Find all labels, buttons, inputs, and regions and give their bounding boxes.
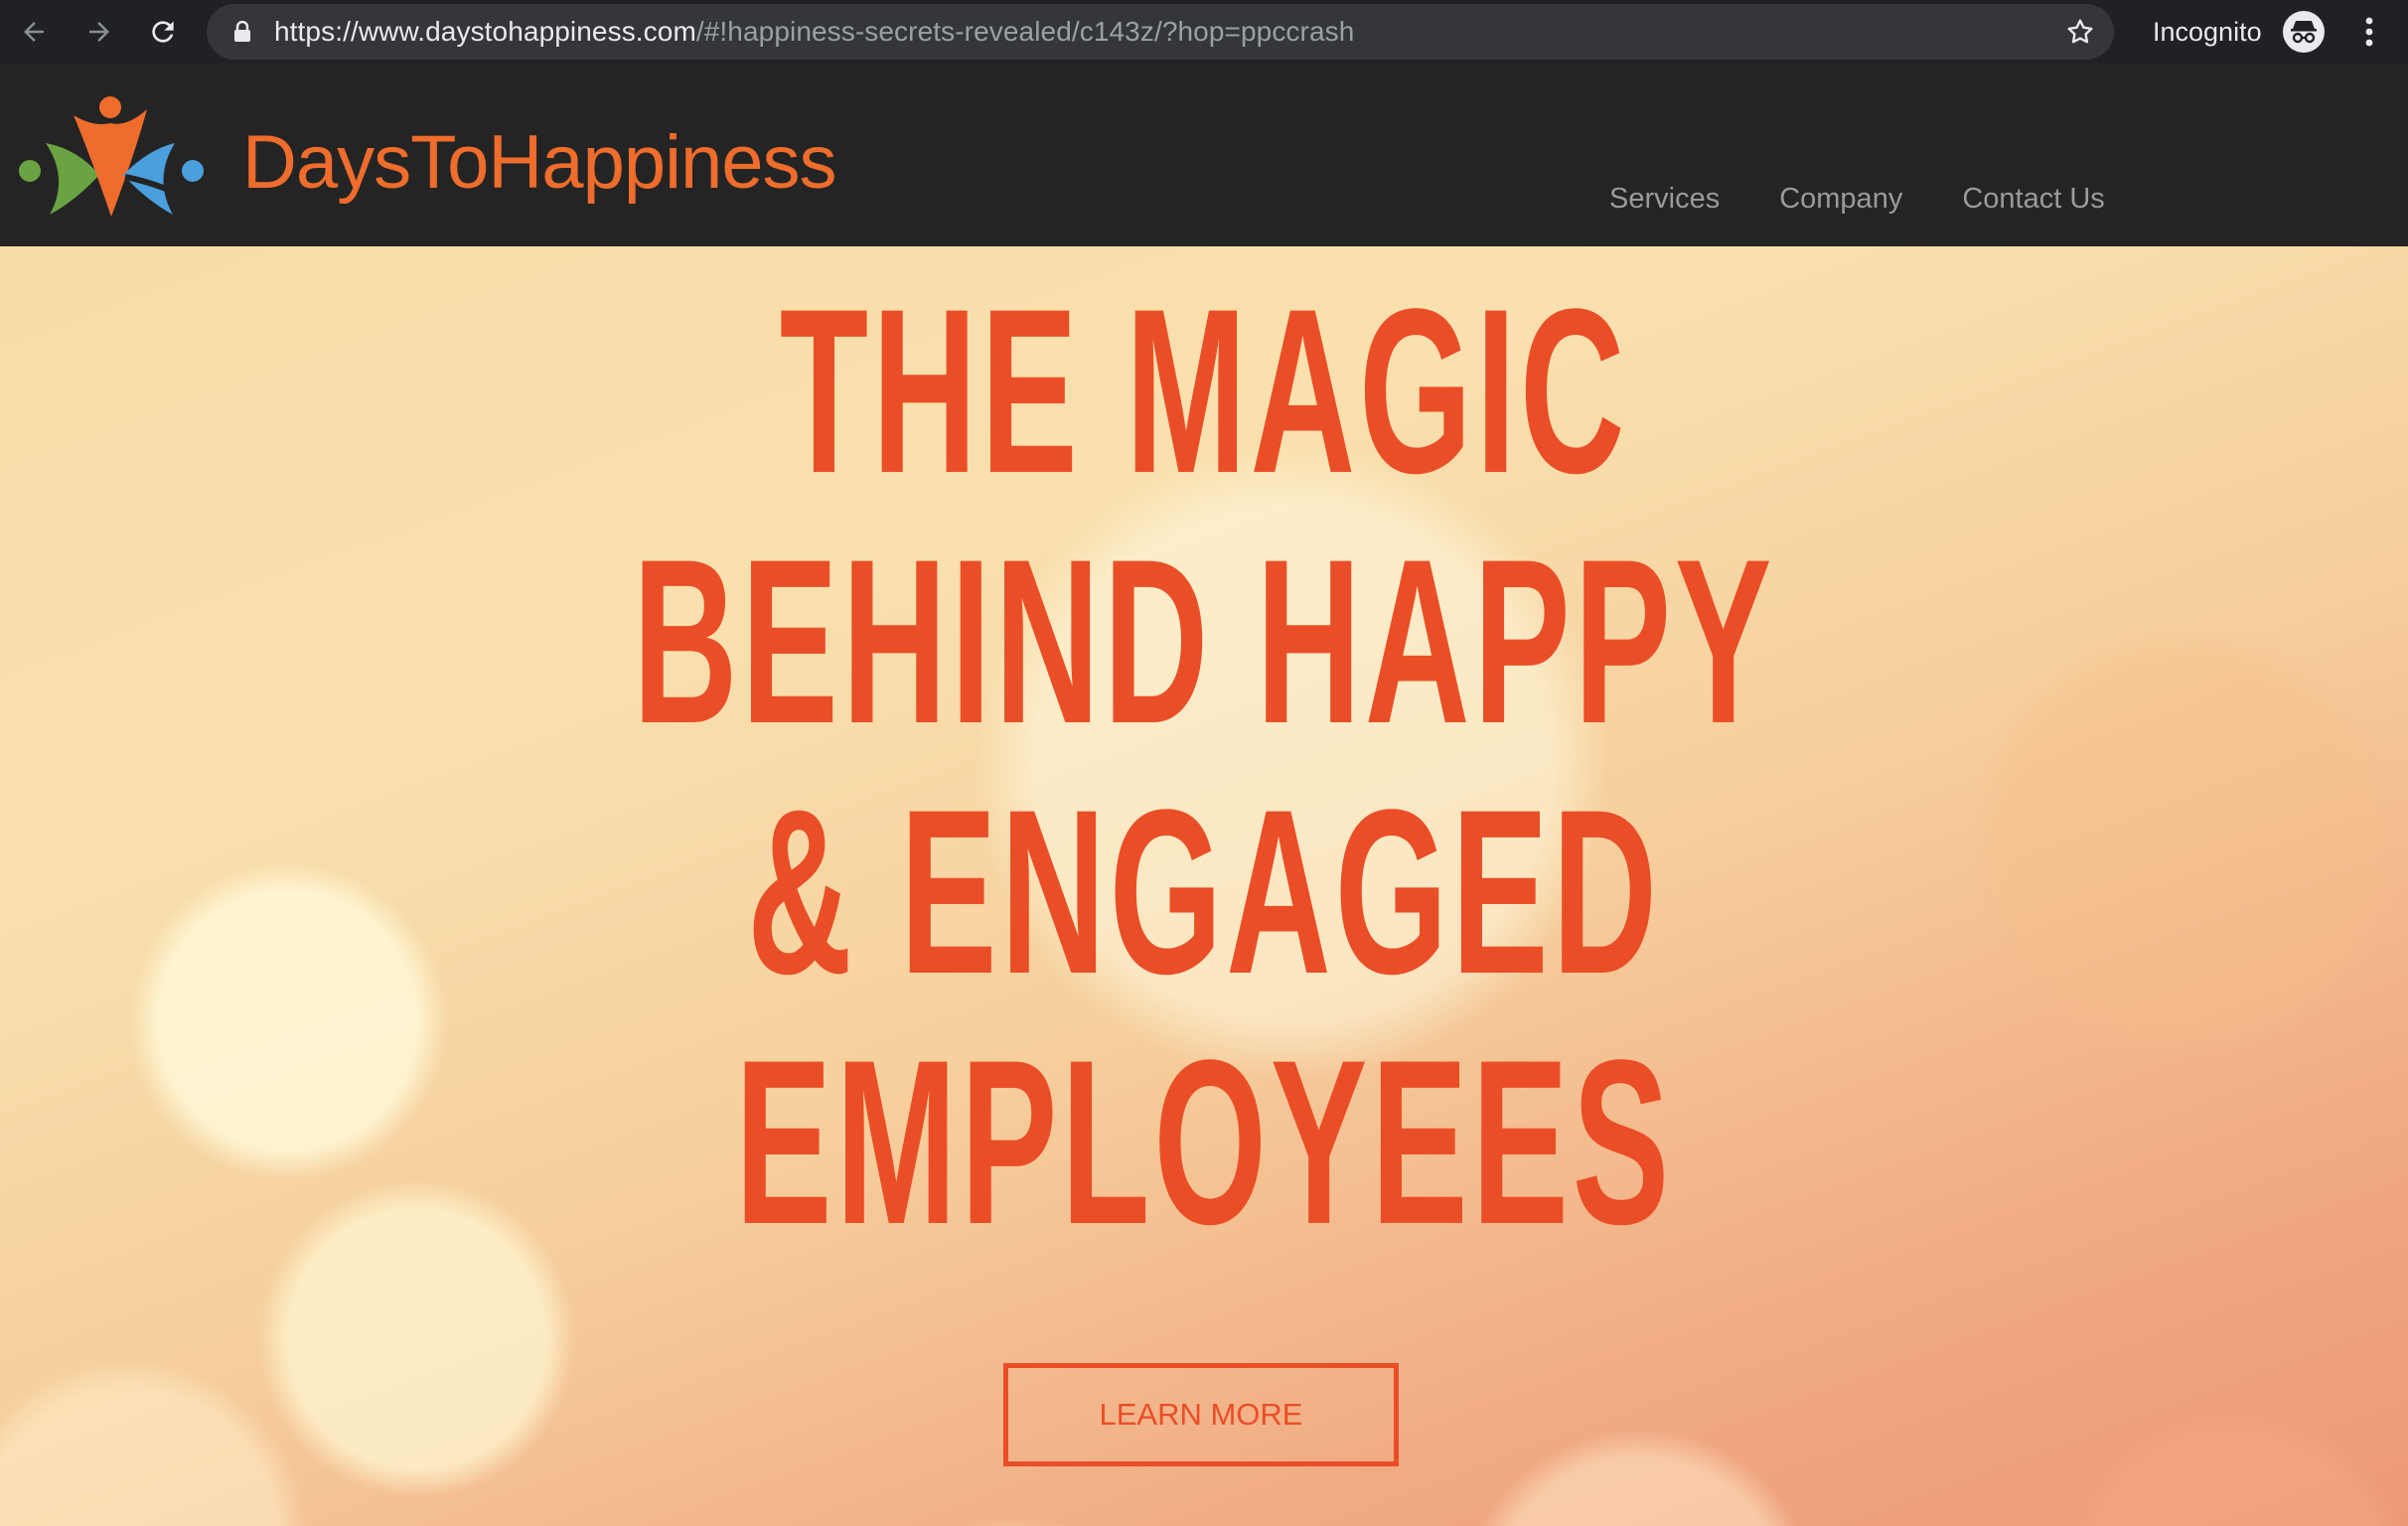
headline-line-4: EMPLOYEES [734, 1011, 1674, 1274]
arrow-right-icon [89, 22, 109, 42]
hero-headline: THE MAGIC BEHIND HAPPY & ENGAGED EMPLOYE… [0, 266, 2408, 1268]
more-vertical-icon[interactable] [2354, 12, 2384, 52]
url-host: https://www.daystohappiness.com [274, 16, 696, 47]
nav-link-contact-us[interactable]: Contact Us [1962, 183, 2104, 216]
headline-line-1: THE MAGIC [779, 260, 1629, 523]
back-button[interactable] [14, 12, 54, 52]
address-bar[interactable]: https://www.daystohappiness.com/#!happin… [207, 4, 2114, 60]
incognito-glyph [2291, 21, 2317, 44]
url-text[interactable]: https://www.daystohappiness.com/#!happin… [274, 4, 1354, 60]
logo-icon[interactable] [16, 93, 225, 223]
browser-toolbar: https://www.daystohappiness.com/#!happin… [0, 0, 2408, 64]
lock-icon [234, 21, 250, 42]
reload-icon [152, 21, 174, 43]
incognito-icon[interactable] [2283, 11, 2325, 53]
forward-button[interactable] [79, 12, 119, 52]
star-icon[interactable] [2064, 16, 2096, 48]
url-path: /#!happiness-secrets-revealed/c143z/?hop… [695, 16, 1355, 47]
incognito-label: Incognito [2153, 17, 2262, 47]
reload-button[interactable] [143, 12, 183, 52]
site-header: DaysToHappiness Services Company Contact… [0, 64, 2408, 246]
main-nav: Services Company Contact Us [1609, 183, 2165, 216]
nav-link-services[interactable]: Services [1609, 183, 1720, 216]
arrow-left-icon [24, 22, 44, 42]
brand-name[interactable]: DaysToHappiness [242, 125, 837, 201]
learn-more-button[interactable]: LEARN MORE [1003, 1363, 1399, 1466]
headline-line-2: BEHIND HAPPY [632, 511, 1776, 773]
hero-section: THE MAGIC BEHIND HAPPY & ENGAGED EMPLOYE… [0, 246, 2408, 1526]
headline-line-3: & ENGAGED [747, 761, 1661, 1023]
nav-link-company[interactable]: Company [1779, 183, 1902, 216]
